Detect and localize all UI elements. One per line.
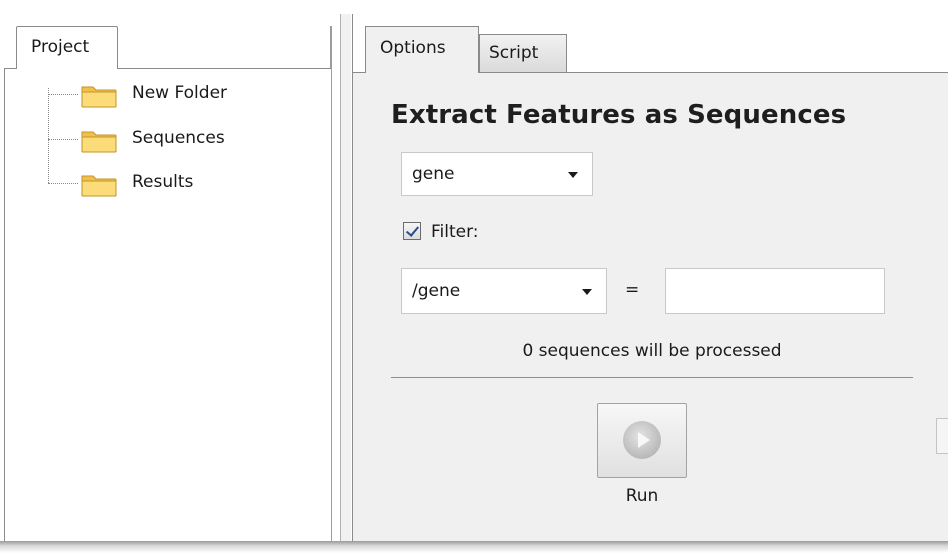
feature-type-select[interactable]: gene [401,152,593,196]
filter-label: Filter: [431,222,479,242]
tab-options[interactable]: Options [365,26,479,73]
sequence-count-status: 0 sequences will be processed [522,341,782,361]
partial-button[interactable] [936,418,948,454]
page-title: Extract Features as Sequences [391,100,847,130]
tab-project[interactable]: Project [16,26,118,69]
folder-icon [81,131,117,153]
checkmark-icon [405,223,420,237]
folder-icon [81,86,117,108]
filter-checkbox[interactable] [403,222,421,240]
options-pane: Script Options Extract Features as Seque… [352,14,948,543]
feature-type-value: gene [412,164,455,184]
qualifier-value: /gene [412,281,461,301]
tree-item-label: Sequences [132,128,225,148]
tab-script[interactable]: Script [479,34,567,72]
tree-item-results[interactable]: Results [48,169,308,197]
panel-splitter[interactable] [340,14,351,543]
tree-branch-line [48,183,78,184]
run-button[interactable] [597,403,687,478]
tree-item-label: Results [132,172,194,192]
qualifier-select[interactable]: /gene [401,268,607,314]
filter-value-input[interactable] [665,268,885,314]
equals-sign: = [625,280,640,300]
play-icon [623,421,661,459]
run-label: Run [625,486,659,506]
tree-branch-line [48,139,78,140]
tree-item-label: New Folder [132,83,228,103]
window-shadow [0,541,948,553]
tree-item-new-folder[interactable]: New Folder [48,80,308,108]
tree-branch-line [48,94,78,95]
tree-item-sequences[interactable]: Sequences [48,125,308,153]
chevron-down-icon [568,172,578,178]
folder-icon [81,175,117,197]
divider [391,377,913,378]
chevron-down-icon [582,289,592,295]
